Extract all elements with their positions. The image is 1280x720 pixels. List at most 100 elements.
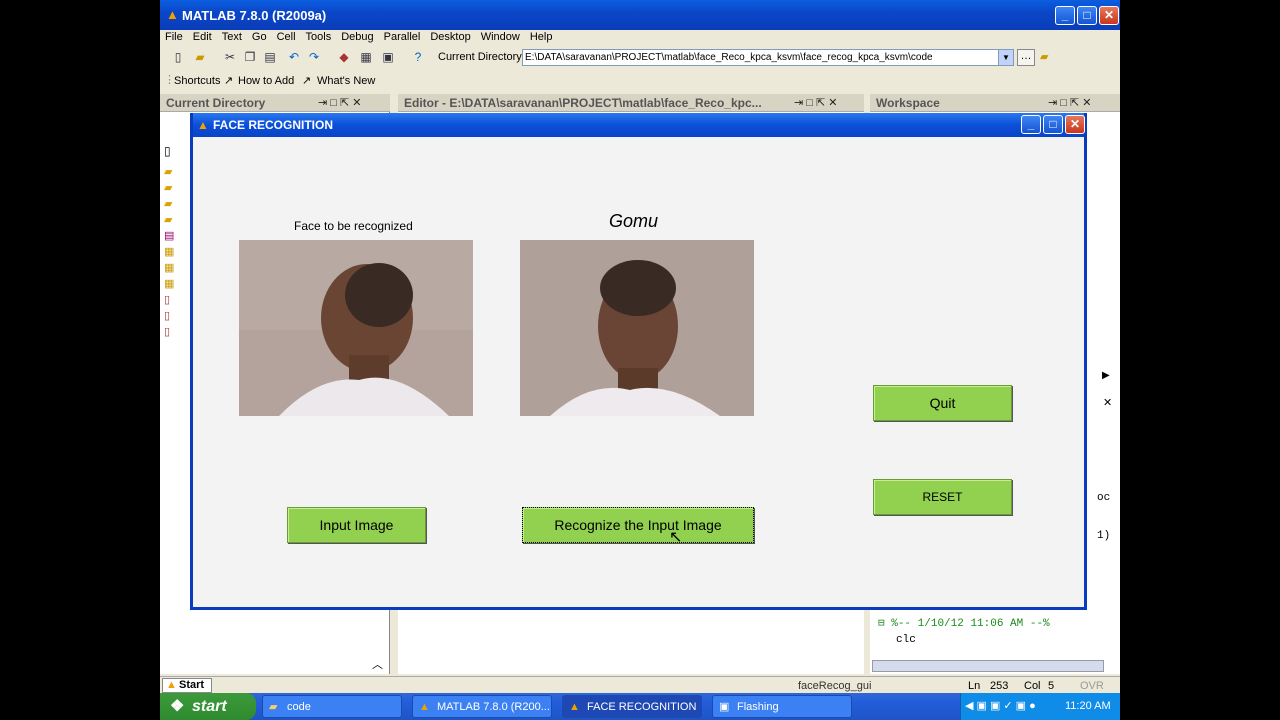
- panel-title: Current Directory: [166, 96, 266, 110]
- panel-title: Workspace: [876, 96, 940, 110]
- clock[interactable]: 11:20 AM: [1065, 693, 1111, 720]
- undock-icon[interactable]: ⇥ □ ⇱ ✕: [318, 96, 361, 109]
- current-directory-label: Current Directory:: [438, 51, 525, 63]
- status-bar: faceRecog_gui Ln 253 Col 5 OVR: [160, 676, 1120, 694]
- menu-desktop[interactable]: Desktop: [425, 30, 475, 44]
- cut-icon[interactable]: ✂: [222, 50, 238, 66]
- undo-icon[interactable]: ↶: [286, 50, 302, 66]
- menu-window[interactable]: Window: [476, 30, 525, 44]
- input-image-button[interactable]: Input Image: [287, 507, 426, 543]
- face-window-title: FACE RECOGNITION: [213, 118, 334, 132]
- ln-label: Ln: [968, 680, 981, 692]
- folder-icon: ▰: [269, 701, 278, 713]
- menu-text[interactable]: Text: [217, 30, 247, 44]
- menu-bar: File Edit Text Go Cell Tools Debug Parallel Desk…: [160, 30, 1120, 46]
- matlab-start-button[interactable]: ▲ Start: [162, 678, 212, 693]
- open-folder-icon[interactable]: ▰: [192, 50, 208, 66]
- redo-icon[interactable]: ↷: [306, 50, 322, 66]
- tray-icons[interactable]: ◀ ▣ ▣ ✓ ▣ ●: [965, 693, 1036, 720]
- matlab-logo-icon: ▲: [166, 679, 177, 691]
- file-icon: ▯: [164, 144, 171, 158]
- windows-taskbar: ❖ start ▰ code ▲ MATLAB 7.8.0 (R200... ▲ FAC…: [160, 693, 1120, 720]
- maximize-icon[interactable]: □: [1077, 6, 1097, 25]
- shortcut-icon: ↗: [302, 75, 312, 87]
- col-value: 5: [1048, 680, 1055, 692]
- shortcuts-bar: ⋮ Shortcuts ↗ How to Add ↗ What's New: [160, 72, 1120, 90]
- start-button[interactable]: ❖ start: [160, 693, 256, 720]
- shortcut-icon: ↗: [224, 75, 234, 87]
- chevron-up-icon[interactable]: ︿: [372, 656, 383, 672]
- horizontal-scrollbar[interactable]: [872, 660, 1104, 672]
- menu-help[interactable]: Help: [525, 30, 558, 44]
- system-tray: ◀ ▣ ▣ ✓ ▣ ● 11:20 AM: [960, 693, 1120, 720]
- menu-tools[interactable]: Tools: [301, 30, 337, 44]
- m-file-icon: ▯ ▯ ▯: [164, 294, 171, 338]
- menu-parallel[interactable]: Parallel: [379, 30, 426, 44]
- matlab-title: MATLAB 7.8.0 (R2009a): [182, 8, 327, 23]
- menu-cell[interactable]: Cell: [272, 30, 301, 44]
- menu-edit[interactable]: Edit: [188, 30, 217, 44]
- matlab-title-bar[interactable]: ▲ MATLAB 7.8.0 (R2009a) _ □ ✕: [160, 0, 1120, 30]
- browse-button[interactable]: …: [1017, 49, 1035, 66]
- undock-icon[interactable]: ⇥ □ ⇱ ✕: [1048, 96, 1091, 109]
- input-face-image: [239, 240, 473, 416]
- help-icon[interactable]: ?: [410, 50, 426, 66]
- paste-icon[interactable]: ▤: [262, 50, 278, 66]
- close-icon[interactable]: ✕: [1099, 6, 1119, 25]
- ovr-indicator: OVR: [1080, 680, 1104, 692]
- cursor-icon: ↖: [669, 529, 683, 546]
- matlab-logo-icon: ▲: [166, 7, 179, 22]
- guide-icon[interactable]: ▦: [358, 50, 374, 66]
- matlab-desktop: ▲ MATLAB 7.8.0 (R2009a) _ □ ✕ File Edit Te…: [160, 0, 1120, 720]
- quit-button[interactable]: Quit: [873, 385, 1012, 421]
- status-file: faceRecog_gui: [798, 680, 872, 692]
- text-fragment: oc: [1097, 492, 1111, 504]
- minimize-icon[interactable]: _: [1021, 115, 1041, 134]
- menu-go[interactable]: Go: [247, 30, 272, 44]
- task-label: FACE RECOGNITION: [587, 701, 697, 713]
- task-label: code: [287, 701, 311, 713]
- history-entry[interactable]: ⊟ %-- 1/10/12 11:06 AM --%: [872, 616, 1104, 630]
- shortcuts-label[interactable]: Shortcuts: [174, 75, 220, 87]
- close-icon[interactable]: ✕: [1065, 115, 1085, 134]
- figure-icon: ▦ ▦ ▦: [164, 246, 175, 290]
- minimize-icon[interactable]: _: [1055, 6, 1075, 25]
- input-caption: Face to be recognized: [294, 219, 413, 233]
- matlab-logo-icon: ▲: [569, 701, 580, 713]
- up-folder-icon[interactable]: ▰: [1040, 50, 1048, 63]
- current-directory-input[interactable]: E:\DATA\saravanan\PROJECT\matlab\face_Re…: [522, 49, 1014, 66]
- face-recognition-window: ▲ FACE RECOGNITION _ □ ✕ Face to be reco…: [190, 113, 1087, 610]
- profiler-icon[interactable]: ▣: [380, 50, 396, 66]
- panel-title: Editor - E:\DATA\saravanan\PROJECT\matla…: [404, 96, 762, 110]
- ln-value: 253: [990, 680, 1009, 692]
- reset-button[interactable]: RESET: [873, 479, 1012, 515]
- text-fragment: 1): [1097, 530, 1111, 542]
- copy-icon[interactable]: ❐: [242, 50, 258, 66]
- face-window-title-bar[interactable]: ▲ FACE RECOGNITION _ □ ✕: [193, 113, 1085, 137]
- folder-icon: ▰ ▰ ▰ ▰: [164, 166, 173, 226]
- history-entry[interactable]: clc: [872, 634, 1104, 646]
- face-window-body: Face to be recognized Gomu Input Image R…: [193, 137, 1084, 607]
- new-file-icon[interactable]: ▯: [170, 50, 186, 66]
- simulink-icon[interactable]: ◆: [336, 50, 352, 66]
- matlab-logo-icon: ▲: [197, 118, 209, 132]
- result-name: Gomu: [609, 211, 659, 231]
- task-face-recognition[interactable]: ▲ FACE RECOGNITION: [562, 695, 702, 718]
- task-code[interactable]: ▰ code: [262, 695, 402, 718]
- windows-logo-icon: ❖: [170, 698, 185, 715]
- history-text: %-- 1/10/12 11:06 AM --%: [891, 618, 1050, 630]
- maximize-icon[interactable]: □: [1043, 115, 1063, 134]
- menu-debug[interactable]: Debug: [336, 30, 378, 44]
- menu-file[interactable]: File: [160, 30, 188, 44]
- task-flashing[interactable]: ▣ Flashing: [712, 695, 852, 718]
- app-icon: ▣: [719, 701, 730, 713]
- chevron-down-icon[interactable]: ▼: [998, 50, 1013, 65]
- whats-new-link[interactable]: What's New: [317, 75, 375, 87]
- task-matlab[interactable]: ▲ MATLAB 7.8.0 (R200...: [412, 695, 552, 718]
- scroll-right-icon[interactable]: ▶: [1102, 370, 1110, 381]
- undock-icon[interactable]: ⇥ □ ⇱ ✕: [794, 96, 837, 109]
- close-icon[interactable]: ✕: [1103, 396, 1112, 409]
- how-to-add-link[interactable]: How to Add: [238, 75, 294, 87]
- recognize-button[interactable]: Recognize the Input Image: [522, 507, 754, 543]
- task-label: MATLAB 7.8.0 (R200...: [437, 701, 550, 713]
